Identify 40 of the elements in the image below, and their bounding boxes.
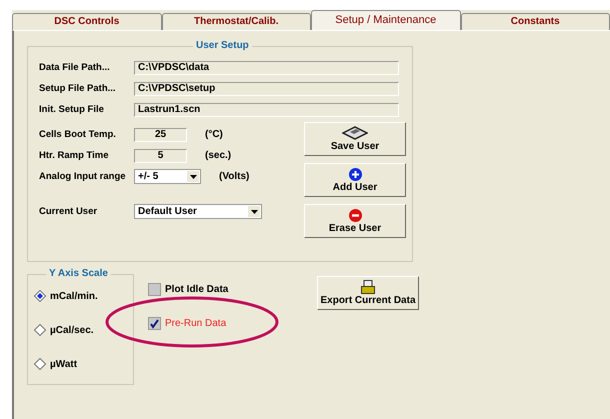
dropdown[interactable]: Default User (134, 204, 262, 219)
radio-button[interactable] (34, 290, 46, 302)
field-label: Analog Input range (39, 171, 127, 182)
tab[interactable]: Thermostat/Calib. (162, 13, 311, 30)
radio-label: mCal/min. (50, 290, 98, 302)
tab[interactable]: DSC Controls (12, 13, 162, 30)
unit-label: (Volts) (219, 171, 250, 182)
input-field[interactable]: 5 (134, 148, 187, 162)
radio-label: µCal/sec. (50, 324, 94, 336)
checkbox[interactable] (148, 316, 161, 330)
radio-label: µWatt (50, 358, 78, 370)
input-field[interactable]: Lastrun1.scn (134, 102, 399, 116)
user-button[interactable]: Erase User (304, 204, 406, 238)
export-button[interactable]: Export Current Data (317, 276, 419, 310)
field-label: Setup File Path... (39, 83, 117, 94)
user-button[interactable]: Save User (304, 122, 406, 156)
checkbox[interactable] (148, 282, 161, 296)
unit-label: (°C) (205, 129, 223, 140)
field-label: Htr. Ramp Time (39, 150, 110, 161)
minus-icon (348, 208, 362, 222)
group-title: Y Axis Scale (46, 268, 111, 279)
plus-icon (348, 168, 362, 180)
input-field[interactable]: C:\VPDSC\data (134, 60, 399, 74)
group-title: User Setup (193, 40, 252, 51)
tab[interactable]: Constants (460, 13, 610, 30)
field-label: Init. Setup File (39, 104, 105, 115)
tab[interactable]: Setup / Maintenance (311, 10, 460, 30)
printer-icon (361, 280, 375, 294)
input-field[interactable]: 25 (134, 128, 187, 142)
unit-label: (sec.) (205, 150, 232, 161)
checkbox-label: Plot Idle Data (165, 284, 228, 294)
input-field[interactable]: C:\VPDSC\setup (134, 82, 399, 96)
field-label: Current User (39, 206, 98, 217)
field-label: Cells Boot Temp. (39, 129, 117, 140)
radio-button[interactable] (34, 358, 46, 370)
checkbox-label: Pre-Run Data (165, 318, 226, 328)
dropdown[interactable]: +/- 5 (134, 169, 201, 184)
user-button[interactable]: Add User (304, 163, 406, 197)
field-label: Data File Path... (39, 62, 111, 73)
radio-button[interactable] (34, 324, 46, 336)
